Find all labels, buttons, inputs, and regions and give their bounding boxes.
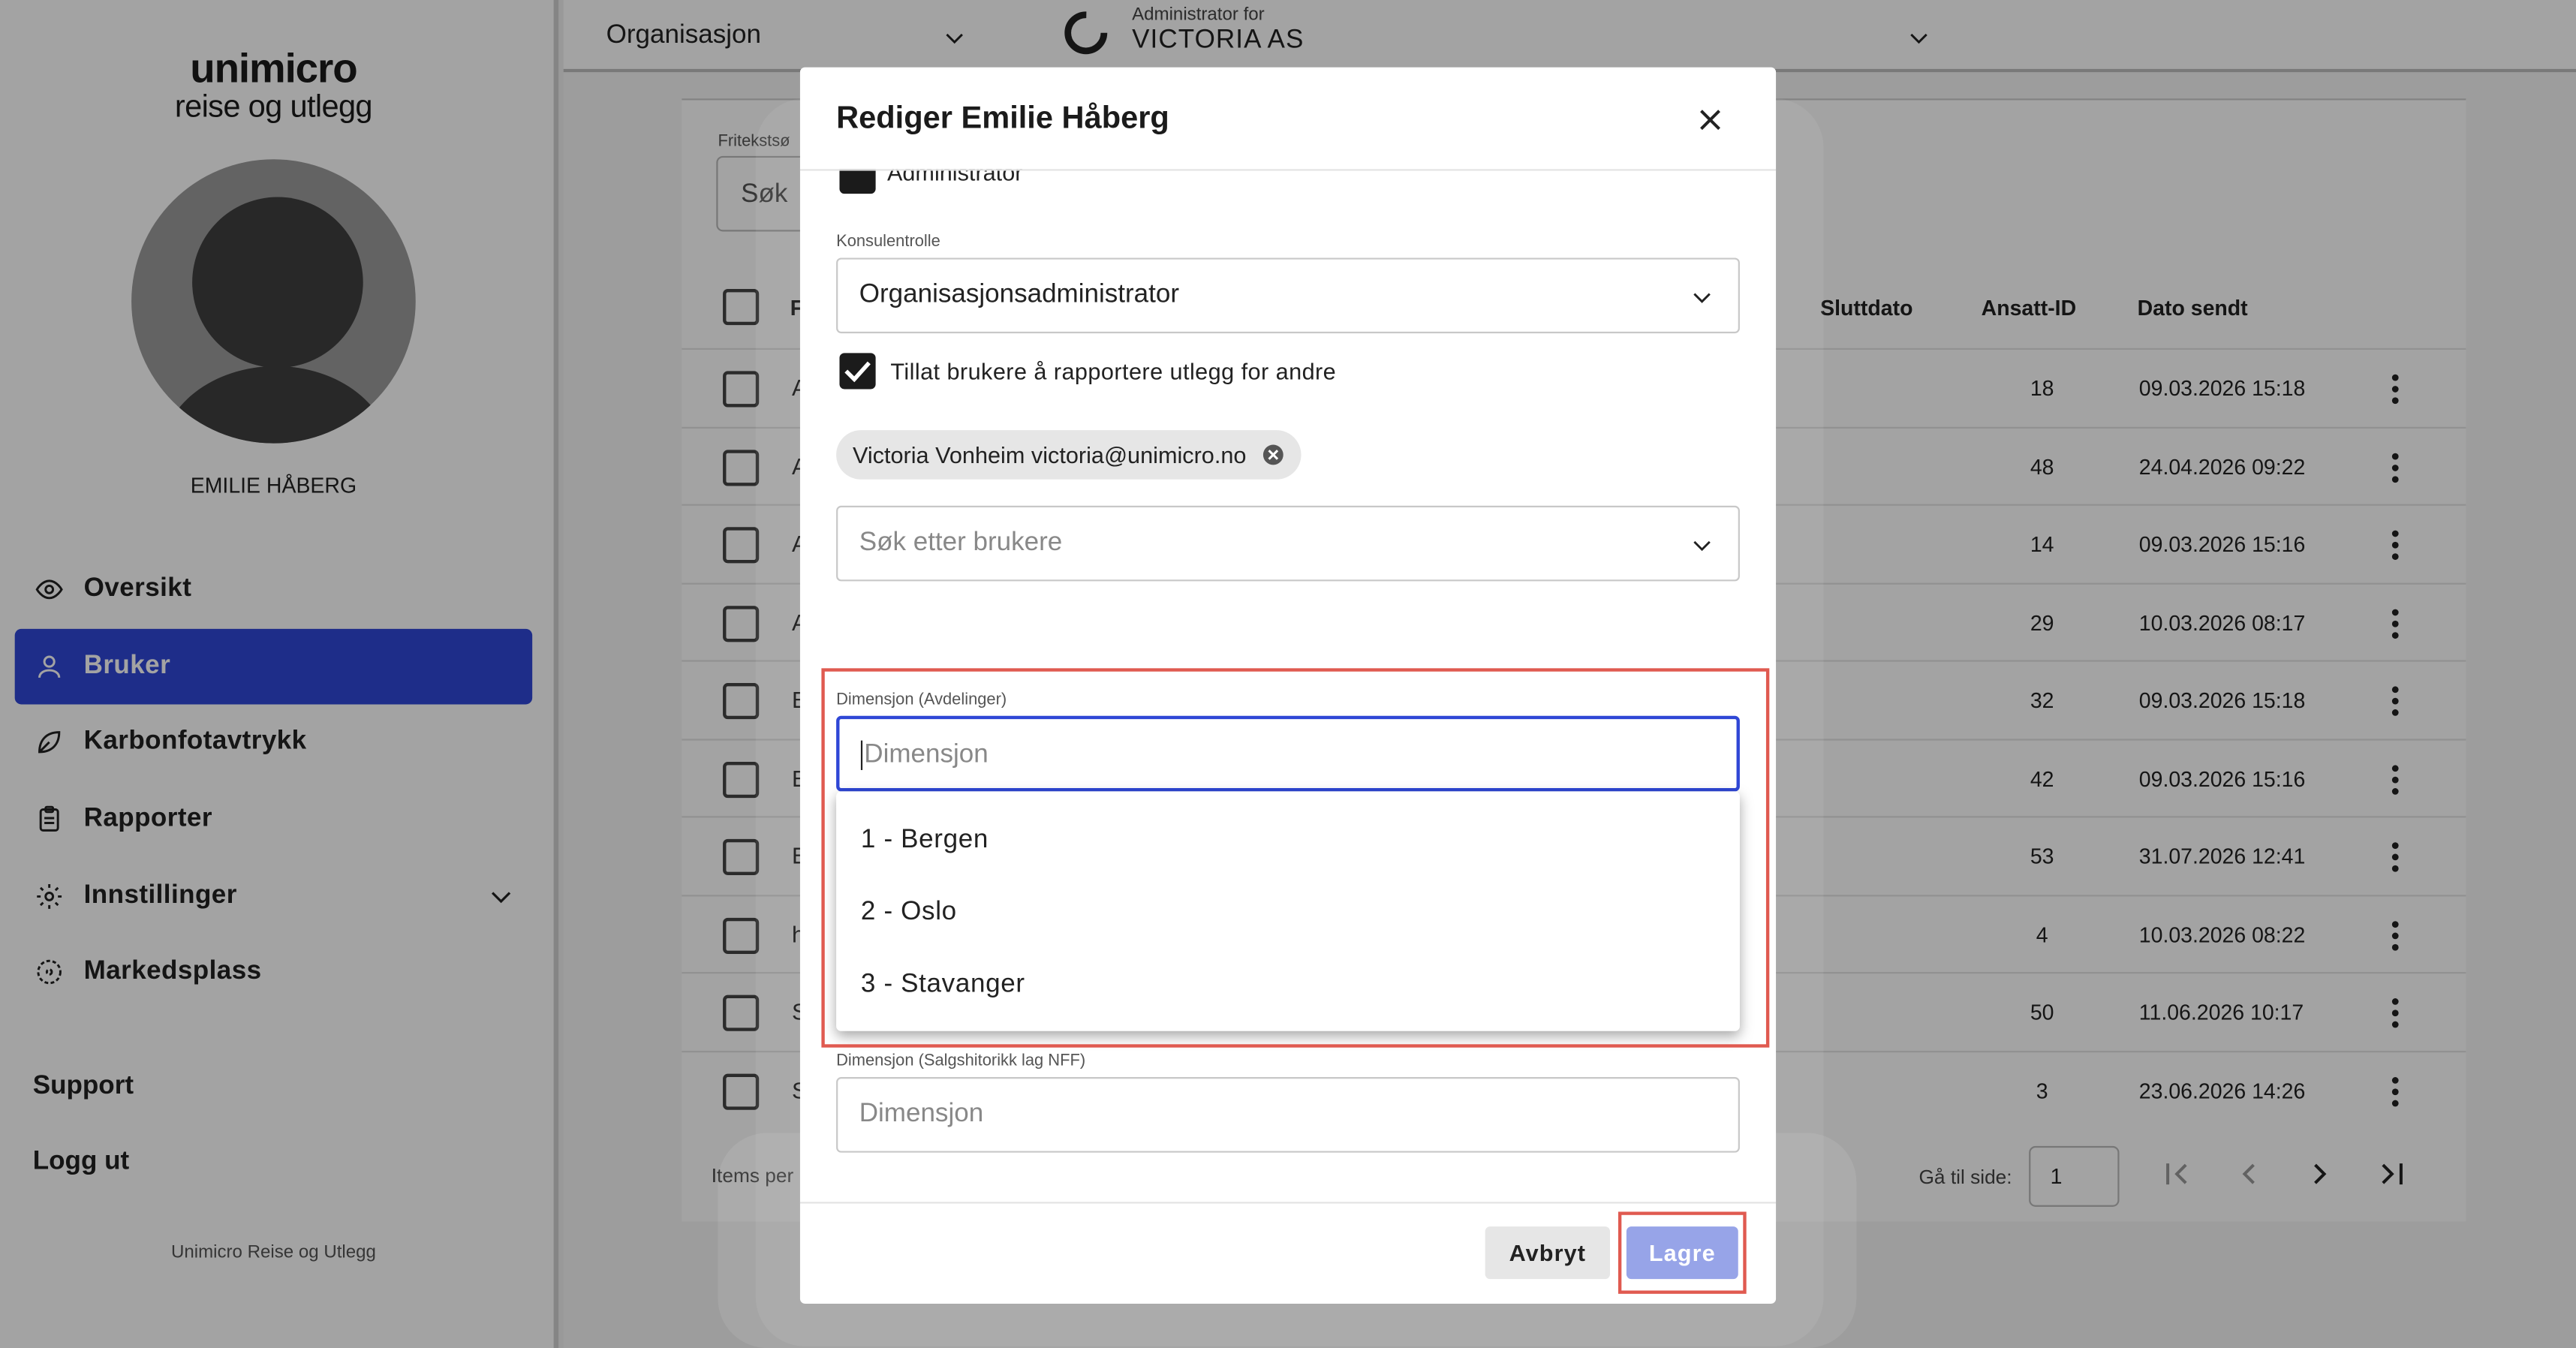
consultant-role-select[interactable]: Organisasjonsadministrator bbox=[836, 257, 1740, 334]
chip-label: Victoria Vonheim victoria@unimicro.no bbox=[852, 441, 1247, 468]
dialog-title: Rediger Emilie Håberg bbox=[836, 101, 1169, 137]
dimension-sales-label: Dimensjon (Salgshitorikk lag NFF) bbox=[836, 1052, 1086, 1071]
highlight-save-button bbox=[1618, 1211, 1747, 1294]
consultant-role-label: Konsulentrolle bbox=[836, 233, 940, 251]
divider bbox=[799, 169, 1777, 171]
chevron-down-icon bbox=[1693, 540, 1711, 552]
search-users-placeholder: Søk etter brukere bbox=[859, 528, 1063, 557]
checkmark-icon bbox=[844, 361, 871, 383]
allow-report-checkbox[interactable] bbox=[839, 353, 876, 390]
allow-report-label: Tillat brukere å rapportere utlegg for a… bbox=[890, 357, 1337, 384]
dimension-sales-input[interactable]: Dimensjon bbox=[836, 1077, 1740, 1153]
selected-user-chip: Victoria Vonheim victoria@unimicro.no bbox=[836, 430, 1301, 480]
app-root: unimicro reise og utlegg EMILIE HÅBERG O… bbox=[0, 0, 2576, 1348]
dimension-placeholder: Dimensjon bbox=[859, 1100, 984, 1128]
allow-report-for-others[interactable]: Tillat brukere å rapportere utlegg for a… bbox=[839, 353, 1337, 390]
highlight-dimension-area bbox=[821, 668, 1770, 1048]
consultant-role-value: Organisasjonsadministrator bbox=[859, 281, 1179, 309]
remove-chip-icon[interactable] bbox=[1261, 444, 1284, 467]
search-users-select[interactable]: Søk etter brukere bbox=[836, 505, 1740, 582]
divider bbox=[799, 1202, 1777, 1204]
close-icon[interactable] bbox=[1692, 102, 1728, 138]
cancel-button[interactable]: Avbryt bbox=[1485, 1226, 1611, 1280]
chevron-down-icon bbox=[1693, 293, 1711, 303]
